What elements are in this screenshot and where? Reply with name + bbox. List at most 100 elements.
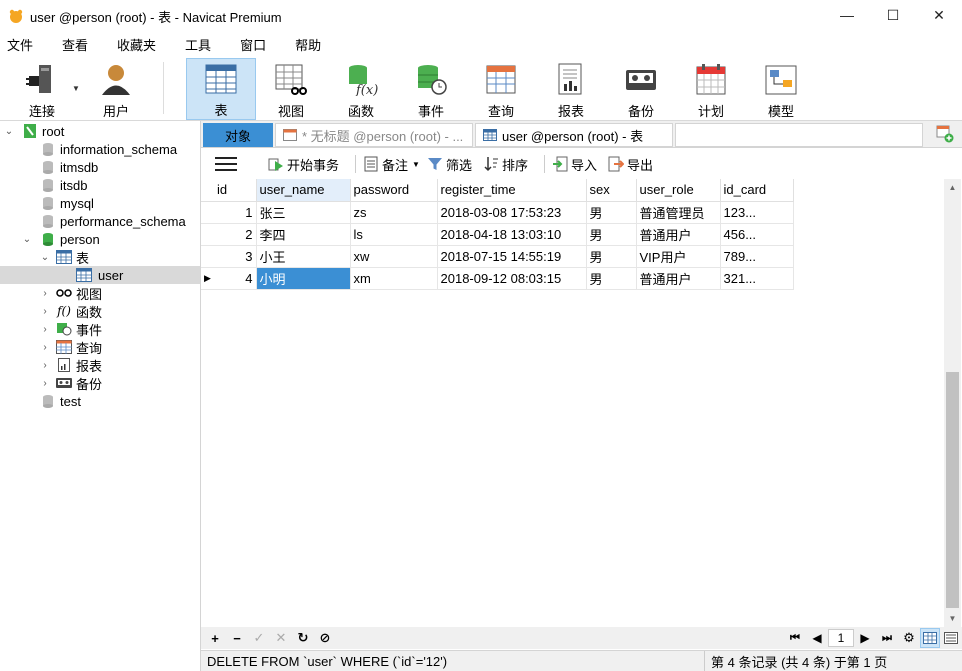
backup-button[interactable]: 备份 xyxy=(616,58,666,120)
table-cell[interactable]: 321... xyxy=(720,267,794,290)
column-header[interactable]: user_role xyxy=(636,179,721,202)
schedule-button[interactable]: 计划 xyxy=(686,58,736,120)
column-header[interactable]: id xyxy=(214,179,257,202)
table-cell[interactable]: 123... xyxy=(720,201,794,224)
column-header[interactable]: register_time xyxy=(437,179,587,202)
menu-file[interactable]: 文件 xyxy=(0,35,45,54)
menu-favorites[interactable]: 收藏夹 xyxy=(110,35,168,54)
column-header[interactable]: id_card xyxy=(720,179,794,202)
new-tab-icon[interactable] xyxy=(936,125,956,145)
column-header[interactable]: sex xyxy=(586,179,637,202)
tree-item-db[interactable]: performance_schema xyxy=(0,212,200,230)
import-button[interactable]: 导入 xyxy=(551,155,597,174)
table-cell[interactable]: zs xyxy=(350,201,438,224)
connection-button[interactable]: 连接 xyxy=(18,58,66,120)
tree-item-db[interactable]: itmsdb xyxy=(0,158,200,176)
chevron-down-icon[interactable]: ⌄ xyxy=(4,126,14,137)
table-cell[interactable]: 789... xyxy=(720,245,794,268)
table-button[interactable]: 表 xyxy=(186,58,256,120)
refresh-icon[interactable]: ↻ xyxy=(292,628,314,648)
tree-item-tables[interactable]: ⌄ 表 xyxy=(0,248,200,266)
function-button[interactable]: f(x) 函数 xyxy=(336,58,386,120)
tree-item-events[interactable]: › 事件 xyxy=(0,320,200,338)
tab-untitled-query[interactable]: * 无标题 @person (root) - ... xyxy=(275,123,473,147)
report-button[interactable]: 报表 xyxy=(546,58,596,120)
tab-objects[interactable]: 对象 xyxy=(203,123,273,147)
menu-window[interactable]: 窗口 xyxy=(233,35,278,54)
table-cell[interactable]: xm xyxy=(350,267,438,290)
table-cell[interactable]: 1 xyxy=(214,201,257,224)
tree-item-views[interactable]: › 视图 xyxy=(0,284,200,302)
tab-user-table[interactable]: user @person (root) - 表 xyxy=(475,123,673,147)
next-page-icon[interactable]: ▶ xyxy=(854,628,876,648)
table-cell-selected[interactable]: 小明 xyxy=(256,267,351,290)
chevron-right-icon[interactable]: › xyxy=(40,360,50,371)
apply-changes-icon[interactable]: ✓ xyxy=(248,628,270,648)
table-cell[interactable]: 男 xyxy=(586,201,637,224)
tree-item-db[interactable]: information_schema xyxy=(0,140,200,158)
previous-page-icon[interactable]: ◀ xyxy=(806,628,828,648)
table-row-selected[interactable]: ▶ 4 小明 xm 2018-09-12 08:03:15 男 普通用户 321… xyxy=(201,267,794,290)
discard-changes-icon[interactable]: ✕ xyxy=(270,628,292,648)
tree-item-person[interactable]: ⌄ person xyxy=(0,230,200,248)
chevron-down-icon[interactable]: ⌄ xyxy=(22,234,32,245)
tree-item-db[interactable]: itsdb xyxy=(0,176,200,194)
scrollbar-thumb[interactable] xyxy=(946,372,959,608)
tree-item-root[interactable]: ⌄ root xyxy=(0,122,200,140)
table-cell[interactable]: 男 xyxy=(586,245,637,268)
delete-record-icon[interactable]: − xyxy=(226,628,248,648)
table-cell[interactable]: 张三 xyxy=(256,201,351,224)
chevron-right-icon[interactable]: › xyxy=(40,342,50,353)
close-button[interactable]: ✕ xyxy=(916,0,962,30)
last-page-icon[interactable]: ⏭ xyxy=(876,628,898,648)
table-cell[interactable]: 2018-03-08 17:53:23 xyxy=(437,201,587,224)
scroll-up-icon[interactable]: ▲ xyxy=(944,179,961,196)
settings-gear-icon[interactable]: ⚙ xyxy=(898,628,920,648)
begin-transaction-button[interactable]: 开始事务 xyxy=(267,155,339,174)
scroll-down-icon[interactable]: ▼ xyxy=(944,610,961,627)
tree-item-reports[interactable]: › 报表 xyxy=(0,356,200,374)
table-cell[interactable]: 男 xyxy=(586,267,637,290)
tree-item-functions[interactable]: › f() 函数 xyxy=(0,302,200,320)
add-record-icon[interactable]: + xyxy=(204,628,226,648)
sort-button[interactable]: 排序 xyxy=(482,155,528,174)
table-cell[interactable]: 3 xyxy=(214,245,257,268)
table-cell[interactable]: 李四 xyxy=(256,223,351,246)
table-cell[interactable]: xw xyxy=(350,245,438,268)
table-cell[interactable]: 456... xyxy=(720,223,794,246)
table-cell[interactable]: 小王 xyxy=(256,245,351,268)
model-button[interactable]: 模型 xyxy=(756,58,806,120)
table-cell[interactable]: 2 xyxy=(214,223,257,246)
first-page-icon[interactable]: ⏮ xyxy=(784,628,806,648)
tree-item-queries[interactable]: › 查询 xyxy=(0,338,200,356)
stop-icon[interactable]: ⊘ xyxy=(314,628,336,648)
menu-tools[interactable]: 工具 xyxy=(178,35,223,54)
table-cell[interactable]: 普通用户 xyxy=(636,223,721,246)
table-cell[interactable]: 普通管理员 xyxy=(636,201,721,224)
tree-item-backups[interactable]: › 备份 xyxy=(0,374,200,392)
user-button[interactable]: 用户 xyxy=(92,58,140,120)
memo-button[interactable]: 备注 xyxy=(362,155,408,174)
chevron-down-icon[interactable]: ▼ xyxy=(412,160,420,169)
table-cell[interactable]: 2018-04-18 13:03:10 xyxy=(437,223,587,246)
table-cell[interactable]: 4 xyxy=(214,267,257,290)
menu-view[interactable]: 查看 xyxy=(55,35,100,54)
table-cell[interactable]: 2018-07-15 14:55:19 xyxy=(437,245,587,268)
table-row[interactable]: 1 张三 zs 2018-03-08 17:53:23 男 普通管理员 123.… xyxy=(201,201,794,224)
table-cell[interactable]: 2018-09-12 08:03:15 xyxy=(437,267,587,290)
chevron-right-icon[interactable]: › xyxy=(40,306,50,317)
table-cell[interactable]: ls xyxy=(350,223,438,246)
query-button[interactable]: 查询 xyxy=(476,58,526,120)
column-header[interactable]: password xyxy=(350,179,438,202)
chevron-right-icon[interactable]: › xyxy=(40,378,50,389)
grid-view-icon[interactable] xyxy=(920,628,940,648)
menu-help[interactable]: 帮助 xyxy=(288,35,333,54)
filter-button[interactable]: 筛选 xyxy=(426,155,472,174)
chevron-down-icon[interactable]: ▼ xyxy=(72,84,80,93)
chevron-right-icon[interactable]: › xyxy=(40,288,50,299)
view-button[interactable]: 视图 xyxy=(266,58,316,120)
tree-item-db[interactable]: mysql xyxy=(0,194,200,212)
table-row[interactable]: 2 李四 ls 2018-04-18 13:03:10 男 普通用户 456..… xyxy=(201,223,794,246)
form-view-icon[interactable] xyxy=(940,628,962,648)
export-button[interactable]: 导出 xyxy=(607,155,653,174)
